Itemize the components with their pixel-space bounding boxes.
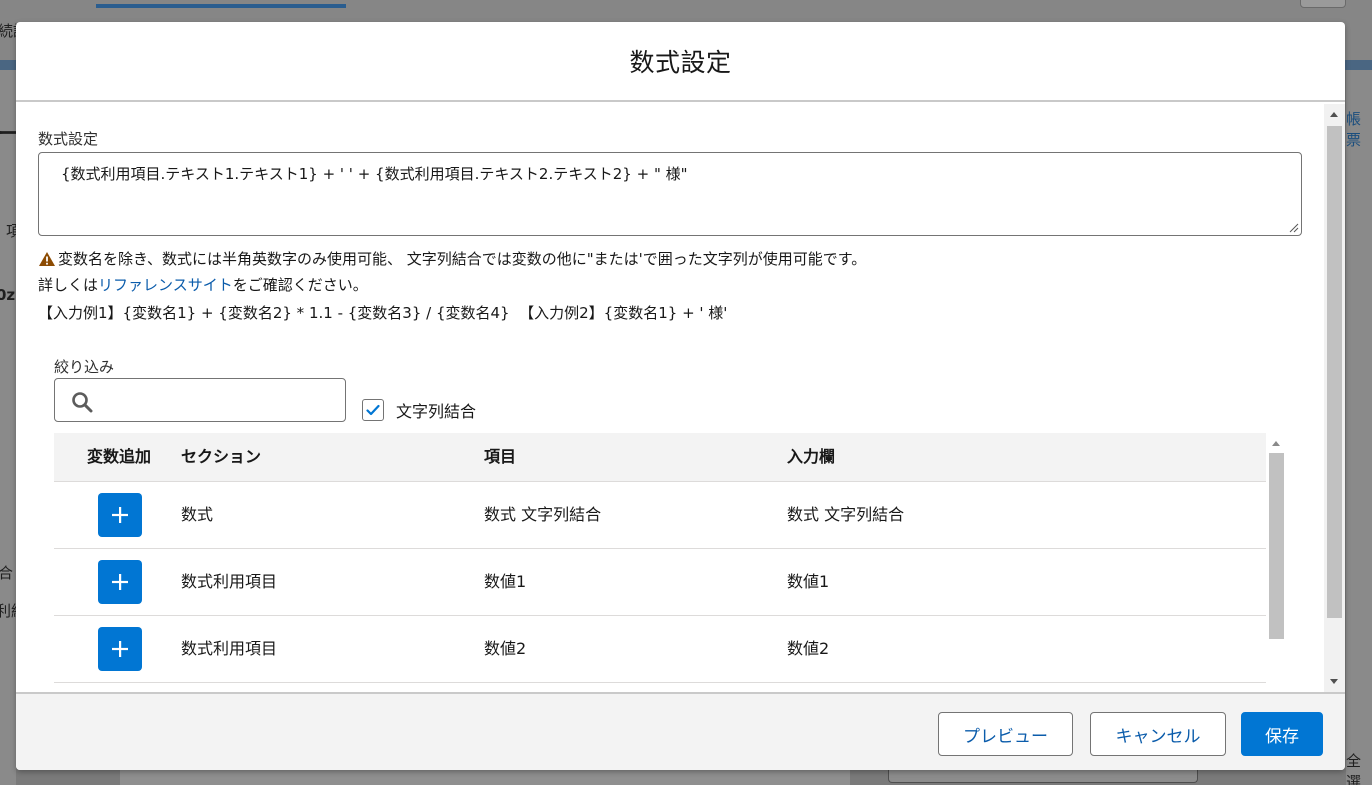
background-card bbox=[120, 770, 850, 785]
modal-footer: プレビュー キャンセル 保存 bbox=[16, 692, 1345, 770]
column-header-item: 項目 bbox=[484, 447, 517, 466]
cell-item: 数値2 bbox=[484, 639, 527, 658]
background-corner-button bbox=[1300, 0, 1346, 8]
background-link: 帳票 bbox=[1346, 110, 1362, 149]
filter-label: 絞り込み bbox=[54, 358, 115, 376]
table-row: 数式利用項目 数値2 数値2 bbox=[54, 616, 1266, 683]
modal-body-scrollbar[interactable] bbox=[1324, 104, 1345, 692]
preview-button[interactable]: プレビュー bbox=[938, 712, 1073, 756]
modal-title: 数式設定 bbox=[629, 48, 732, 77]
search-icon bbox=[72, 392, 93, 413]
cell-input: 数値2 bbox=[787, 639, 830, 658]
formula-value: {数式利用項目.テキスト1.テキスト1} + ' ' + {数式利用項目.テキス… bbox=[61, 165, 688, 183]
variable-table: 変数追加 セクション 項目 入力欄 数式 数式 文字列結合 数式 文字列結合 数… bbox=[54, 433, 1266, 692]
cell-input: 数値1 bbox=[787, 572, 830, 591]
check-icon bbox=[366, 404, 380, 416]
modal-body: 数式設定 {数式利用項目.テキスト1.テキスト1} + ' ' + {数式利用項… bbox=[16, 104, 1345, 692]
cell-section: 数式 bbox=[181, 505, 214, 524]
table-row: 数式 数式 文字列結合 数式 文字列結合 bbox=[54, 482, 1266, 549]
table-scroll-thumb[interactable] bbox=[1269, 453, 1284, 639]
cancel-button[interactable]: キャンセル bbox=[1090, 712, 1226, 756]
help-suffix: をご確認ください。 bbox=[232, 276, 368, 294]
formula-textarea[interactable]: {数式利用項目.テキスト1.テキスト1} + ' ' + {数式利用項目.テキス… bbox=[38, 152, 1302, 236]
background-text: 0z bbox=[0, 286, 16, 304]
background-left-column bbox=[0, 70, 16, 785]
column-header-add: 変数追加 bbox=[87, 447, 152, 466]
background-text: 全選 bbox=[1346, 752, 1362, 785]
cell-input: 数式 文字列結合 bbox=[787, 505, 905, 524]
modal-scroll-thumb[interactable] bbox=[1327, 126, 1342, 618]
string-concat-checkbox[interactable] bbox=[362, 399, 384, 421]
add-icon bbox=[112, 507, 128, 523]
table-row bbox=[54, 683, 1266, 692]
help-prefix: 詳しくは bbox=[38, 276, 99, 294]
background-right-column bbox=[1346, 70, 1372, 785]
scroll-up-icon[interactable] bbox=[1330, 112, 1338, 117]
scroll-down-icon[interactable] bbox=[1330, 679, 1338, 684]
table-header: 変数追加 セクション 項目 入力欄 bbox=[54, 433, 1266, 482]
column-header-section: セクション bbox=[181, 447, 262, 466]
modal-header: 数式設定 bbox=[16, 22, 1345, 102]
background-text: 合 bbox=[0, 564, 14, 582]
cell-section: 数式利用項目 bbox=[181, 572, 278, 591]
cell-item: 数値1 bbox=[484, 572, 527, 591]
add-icon bbox=[112, 574, 128, 590]
background-tab-accent bbox=[96, 4, 346, 8]
add-variable-button[interactable] bbox=[98, 560, 142, 604]
scroll-up-icon[interactable] bbox=[1272, 441, 1280, 446]
example-text: 【入力例1】{変数名1} + {変数名2} * 1.1 - {変数名3} / {… bbox=[38, 304, 728, 322]
warning-text: 変数名を除き、数式には半角英数字のみ使用可能、 文字列結合では変数の他に"または… bbox=[58, 250, 867, 268]
string-concat-label: 文字列結合 bbox=[396, 402, 477, 421]
table-scrollbar[interactable] bbox=[1266, 433, 1286, 692]
column-header-input: 入力欄 bbox=[787, 447, 836, 466]
formula-settings-modal: 数式設定 数式設定 {数式利用項目.テキスト1.テキスト1} + ' ' + {… bbox=[16, 22, 1345, 770]
add-variable-button[interactable] bbox=[98, 627, 142, 671]
cell-section: 数式利用項目 bbox=[181, 639, 278, 658]
cell-item: 数式 文字列結合 bbox=[484, 505, 602, 524]
filter-search-input[interactable] bbox=[54, 378, 346, 422]
resize-grip-icon[interactable] bbox=[1289, 223, 1299, 233]
string-concat-checkbox-group[interactable]: 文字列結合 bbox=[362, 398, 476, 422]
formula-label: 数式設定 bbox=[38, 130, 99, 148]
add-icon bbox=[112, 641, 128, 657]
table-row: 数式利用項目 数値1 数値1 bbox=[54, 549, 1266, 616]
save-button[interactable]: 保存 bbox=[1241, 712, 1323, 756]
add-variable-button[interactable] bbox=[98, 493, 142, 537]
warning-icon bbox=[39, 251, 55, 266]
help-message: 詳しくはリファレンスサイトをご確認ください。 bbox=[38, 274, 368, 295]
reference-site-link[interactable]: リファレンスサイト bbox=[98, 276, 233, 294]
warning-message: 変数名を除き、数式には半角英数字のみ使用可能、 文字列結合では変数の他に"または… bbox=[38, 248, 866, 269]
